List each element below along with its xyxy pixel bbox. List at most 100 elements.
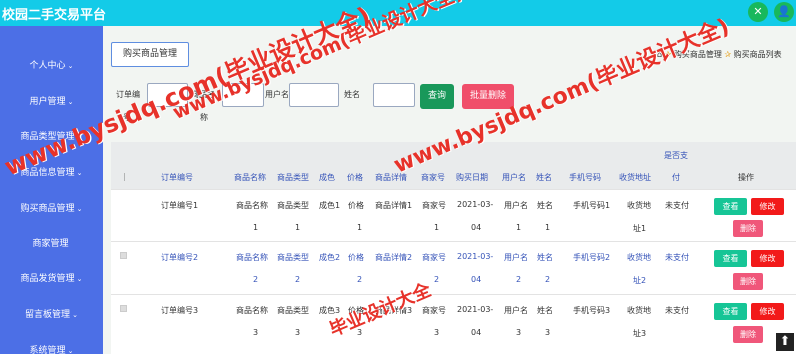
view-button[interactable]: 查看 — [714, 198, 747, 215]
username-input[interactable] — [289, 83, 339, 107]
cell-paid: 未支付 — [665, 201, 689, 210]
header-merchant-no[interactable]: 商家号 — [421, 172, 445, 183]
cell-product-name-cont: 3 — [253, 328, 259, 337]
breadcrumb-item[interactable]: 购买商品管理 — [674, 50, 722, 59]
cell-color: 成色2 — [319, 253, 341, 262]
chevron-down-icon: ⌄ — [76, 169, 83, 177]
order-no-input[interactable] — [147, 83, 188, 107]
name-label: 姓名 — [344, 90, 360, 99]
tab-purchase-management[interactable]: 购买商品管理 — [111, 42, 189, 67]
select-all-checkbox[interactable]: | — [123, 172, 126, 181]
main-content: 购买商品管理 ⌂ ✰ 购买商品管理 ✰ 购买商品列表 订单编 号 商品名 称 用… — [103, 26, 796, 354]
cell-price-cont: 2 — [357, 275, 363, 284]
cell-price: 价格 — [348, 253, 364, 262]
sidebar-item-shipping-management[interactable]: 商品发货管理 ⌄ — [0, 271, 103, 284]
top-bar: 校园二手交易平台 ✕ 👤 — [0, 0, 796, 26]
header-color[interactable]: 成色 — [319, 172, 335, 183]
sidebar-item-system-management[interactable]: 系统管理 ⌄ — [0, 343, 103, 354]
edit-button[interactable]: 修改 — [751, 303, 784, 320]
table-row: 订单编号3 商品名称 3 商品类型 3 成色3 价格 3 商品详情3 商家号 3… — [111, 294, 796, 347]
cell-name: 姓名 — [537, 253, 553, 262]
cell-address: 收货地 — [627, 201, 651, 210]
query-button[interactable]: 查询 — [420, 84, 454, 109]
sidebar-item-product-type-management[interactable]: 商品类型管理 ⌄ — [0, 129, 103, 142]
header-address[interactable]: 收货地址 — [619, 172, 651, 183]
cell-name-cont: 2 — [545, 275, 551, 284]
cell-paid: 未支付 — [665, 306, 689, 315]
view-button[interactable]: 查看 — [714, 250, 747, 267]
delete-button[interactable]: 删除 — [733, 220, 763, 237]
cell-price: 价格 — [348, 306, 364, 315]
header-product-type[interactable]: 商品类型 — [277, 172, 309, 183]
sidebar-item-message-board-management[interactable]: 留言板管理 ⌄ — [0, 307, 103, 320]
row-checkbox[interactable] — [120, 305, 127, 312]
header-order-no[interactable]: 订单编号 — [161, 172, 193, 183]
header-paid[interactable]: 是否支 — [664, 150, 688, 161]
cell-order-no: 订单编号2 — [161, 253, 199, 262]
header-phone[interactable]: 手机号码 — [569, 172, 601, 183]
table-row: 订单编号2 商品名称 2 商品类型 2 成色2 价格 2 商品详情2 商家号 2… — [111, 241, 796, 294]
header-purchase-date[interactable]: 购买日期 — [456, 172, 488, 183]
cell-merchant-no-cont: 2 — [434, 275, 440, 284]
chevron-down-icon: ⌄ — [67, 98, 74, 106]
cell-merchant-no: 商家号 — [422, 253, 446, 262]
delete-button[interactable]: 删除 — [733, 326, 763, 343]
header-paid-cont[interactable]: 付 — [672, 172, 680, 183]
cell-order-no: 订单编号1 — [161, 201, 199, 210]
sidebar-item-user-management[interactable]: 用户管理 ⌄ — [0, 94, 103, 107]
cell-address: 收货地 — [627, 306, 651, 315]
home-icon[interactable]: ⌂ — [657, 50, 662, 59]
cell-address-cont: 址3 — [633, 329, 647, 338]
edit-button[interactable]: 修改 — [751, 250, 784, 267]
sidebar-item-merchant-management[interactable]: 商家管理 — [0, 236, 103, 249]
cell-paid: 未支付 — [665, 253, 689, 262]
name-input[interactable] — [373, 83, 415, 107]
view-button[interactable]: 查看 — [714, 303, 747, 320]
user-icon[interactable]: 👤 — [774, 2, 794, 22]
cell-product-name: 商品名称 — [236, 253, 268, 262]
scroll-to-top-icon[interactable]: ⬆ — [776, 333, 794, 351]
cell-merchant-no-cont: 3 — [434, 328, 440, 337]
header-detail[interactable]: 商品详情 — [375, 172, 407, 183]
header-price[interactable]: 价格 — [347, 172, 363, 183]
sidebar-item-purchase-management[interactable]: 购买商品管理 ⌄ — [0, 201, 103, 214]
cell-address-cont: 址2 — [633, 276, 647, 285]
chevron-down-icon: ⌄ — [76, 205, 83, 213]
table-row: 订单编号1 商品名称 1 商品类型 1 成色1 价格 1 商品详情1 商家号 1… — [111, 189, 796, 241]
cell-date-cont: 04 — [471, 328, 482, 337]
product-name-input[interactable] — [222, 83, 264, 107]
cell-product-type: 商品类型 — [277, 253, 309, 262]
cell-product-type: 商品类型 — [277, 306, 309, 315]
header-username[interactable]: 用户名 — [502, 172, 526, 183]
app-title: 校园二手交易平台 — [2, 8, 107, 23]
sidebar-item-personal-center[interactable]: 个人中心 ⌄ — [0, 58, 103, 71]
batch-delete-button[interactable]: 批量删除 — [462, 84, 514, 109]
cell-price: 价格 — [348, 201, 364, 210]
table-header: | 订单编号 商品名称 商品类型 成色 价格 商品详情 商家号 购买日期 用户名… — [111, 142, 796, 189]
cell-product-type: 商品类型 — [277, 201, 309, 210]
cell-phone: 手机号码2 — [573, 253, 611, 262]
sidebar-item-product-info-management[interactable]: 商品信息管理 ⌄ — [0, 165, 103, 178]
fullscreen-icon[interactable]: ✕ — [748, 2, 768, 22]
header-product-name[interactable]: 商品名称 — [234, 172, 266, 183]
cell-address: 收货地 — [627, 253, 651, 262]
cell-price-cont: 1 — [357, 223, 363, 232]
cell-username: 用户名 — [504, 306, 528, 315]
cell-name-cont: 3 — [545, 328, 551, 337]
cell-username: 用户名 — [504, 201, 528, 210]
header-name[interactable]: 姓名 — [536, 172, 552, 183]
cell-date-cont: 04 — [471, 275, 482, 284]
row-checkbox[interactable] — [120, 252, 127, 259]
product-name-label-cont: 称 — [200, 113, 208, 122]
cell-merchant-no: 商家号 — [422, 201, 446, 210]
cell-merchant-no: 商家号 — [422, 306, 446, 315]
star-icon: ✰ — [664, 50, 672, 59]
purchase-table: | 订单编号 商品名称 商品类型 成色 价格 商品详情 商家号 购买日期 用户名… — [111, 142, 796, 354]
cell-color: 成色3 — [319, 306, 341, 315]
cell-detail: 商品详情2 — [375, 253, 413, 262]
edit-button[interactable]: 修改 — [751, 198, 784, 215]
delete-button[interactable]: 删除 — [733, 273, 763, 290]
cell-date: 2021-03- — [457, 305, 494, 314]
cell-product-type-cont: 3 — [295, 328, 301, 337]
star-icon: ✰ — [724, 50, 732, 59]
